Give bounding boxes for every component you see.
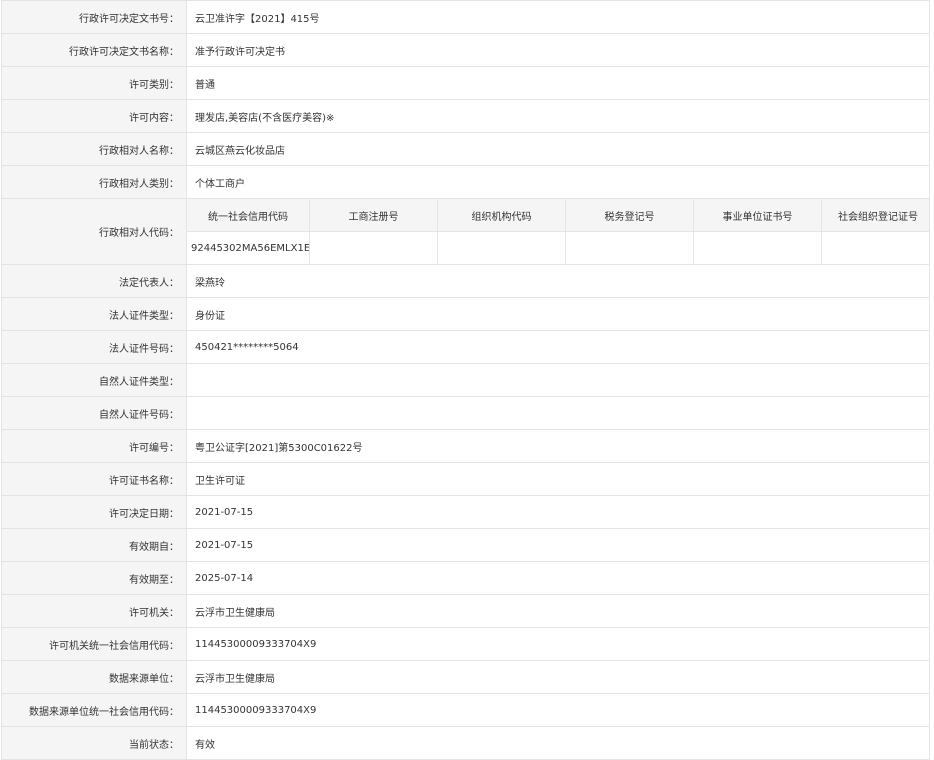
code-value-tax-reg [565,231,694,264]
code-header-business-reg: 工商注册号 [309,199,438,232]
field-value: 2021-07-15 [186,495,930,529]
field-row-certificate-name: 许可证书名称： 卫生许可证 [1,462,930,496]
field-label: 行政许可决定文书号： [1,0,187,34]
code-subtable-cell: 统一社会信用代码 工商注册号 组织机构代码 税务登记号 事业单位证书号 社会组织… [186,198,930,265]
field-value: 云城区燕云化妆品店 [186,132,930,166]
field-row-person-id-type: 自然人证件类型： [1,363,930,397]
field-label: 行政相对人类别： [1,165,187,199]
field-label: 有效期至： [1,561,187,595]
code-header-social-org-reg: 社会组织登记证号 [821,199,929,232]
field-row-counterpart-type: 行政相对人类别： 个体工商户 [1,165,930,199]
field-row-permit-category: 许可类别： 普通 [1,66,930,100]
code-header-row: 统一社会信用代码 工商注册号 组织机构代码 税务登记号 事业单位证书号 社会组织… [187,199,929,232]
field-row-legal-id-type: 法人证件类型： 身份证 [1,297,930,331]
code-header-org-code: 组织机构代码 [437,199,566,232]
code-value-org-code [437,231,566,264]
code-subtable: 统一社会信用代码 工商注册号 组织机构代码 税务登记号 事业单位证书号 社会组织… [187,199,929,264]
field-label: 数据来源单位： [1,660,187,694]
field-value: 有效 [186,726,930,760]
field-value: 云浮市卫生健康局 [186,660,930,694]
field-label: 法定代表人： [1,264,187,298]
code-value-institution-cert [693,231,822,264]
field-label: 当前状态： [1,726,187,760]
field-label: 行政相对人代码： [1,198,187,265]
field-value: 理发店,美容店(不含医疗美容)※ [186,99,930,133]
field-row-permit-number: 许可编号： 粤卫公证字[2021]第5300C01622号 [1,429,930,463]
field-value: 身份证 [186,297,930,331]
field-value: 11445300009333704X9 [186,693,930,727]
permit-detail-table: 行政许可决定文书号： 云卫准许字【2021】415号 行政许可决定文书名称： 准… [1,0,930,760]
field-label: 法人证件类型： [1,297,187,331]
field-label: 许可决定日期： [1,495,187,529]
field-value: 450421********5064 [186,330,930,364]
field-value: 卫生许可证 [186,462,930,496]
field-row-legal-id-number: 法人证件号码： 450421********5064 [1,330,930,364]
field-row-valid-from: 有效期自： 2021-07-15 [1,528,930,562]
field-row-decision-date: 许可决定日期： 2021-07-15 [1,495,930,529]
field-row-legal-representative: 法定代表人： 梁燕玲 [1,264,930,298]
field-row-valid-to: 有效期至： 2025-07-14 [1,561,930,595]
field-value: 普通 [186,66,930,100]
code-value-credit-code: 92445302MA56EMLX1E [187,231,310,264]
field-label: 许可机关统一社会信用代码： [1,627,187,661]
field-label: 法人证件号码： [1,330,187,364]
field-row-decision-number: 行政许可决定文书号： 云卫准许字【2021】415号 [1,0,930,34]
field-label: 许可证书名称： [1,462,187,496]
field-value: 云浮市卫生健康局 [186,594,930,628]
field-value: 准予行政许可决定书 [186,33,930,67]
field-value [186,396,930,430]
field-label: 许可机关： [1,594,187,628]
field-value: 11445300009333704X9 [186,627,930,661]
code-header-tax-reg: 税务登记号 [565,199,694,232]
field-row-person-id-number: 自然人证件号码： [1,396,930,430]
field-row-authority-credit-code: 许可机关统一社会信用代码： 11445300009333704X9 [1,627,930,661]
field-row-data-source: 数据来源单位： 云浮市卫生健康局 [1,660,930,694]
field-label: 行政相对人名称： [1,132,187,166]
field-value: 云卫准许字【2021】415号 [186,0,930,34]
code-header-institution-cert: 事业单位证书号 [693,199,822,232]
field-value [186,363,930,397]
field-label: 许可编号： [1,429,187,463]
field-row-current-status: 当前状态： 有效 [1,726,930,760]
code-value-business-reg [309,231,438,264]
field-label: 自然人证件类型： [1,363,187,397]
field-row-permit-authority: 许可机关： 云浮市卫生健康局 [1,594,930,628]
field-row-counterpart-name: 行政相对人名称： 云城区燕云化妆品店 [1,132,930,166]
field-row-permit-content: 许可内容： 理发店,美容店(不含医疗美容)※ [1,99,930,133]
field-label: 许可内容： [1,99,187,133]
field-value: 2025-07-14 [186,561,930,595]
field-row-data-source-credit-code: 数据来源单位统一社会信用代码： 11445300009333704X9 [1,693,930,727]
field-label: 有效期自： [1,528,187,562]
field-label: 自然人证件号码： [1,396,187,430]
code-header-credit-code: 统一社会信用代码 [187,199,310,232]
field-row-decision-name: 行政许可决定文书名称： 准予行政许可决定书 [1,33,930,67]
field-value: 2021-07-15 [186,528,930,562]
code-value-row: 92445302MA56EMLX1E [187,231,929,264]
field-label: 数据来源单位统一社会信用代码： [1,693,187,727]
field-row-counterpart-codes: 行政相对人代码： 统一社会信用代码 工商注册号 组织机构代码 税务登记号 事业单… [1,198,930,265]
field-value: 粤卫公证字[2021]第5300C01622号 [186,429,930,463]
code-value-social-org-reg [821,231,929,264]
field-label: 许可类别： [1,66,187,100]
field-label: 行政许可决定文书名称： [1,33,187,67]
field-value: 梁燕玲 [186,264,930,298]
field-value: 个体工商户 [186,165,930,199]
